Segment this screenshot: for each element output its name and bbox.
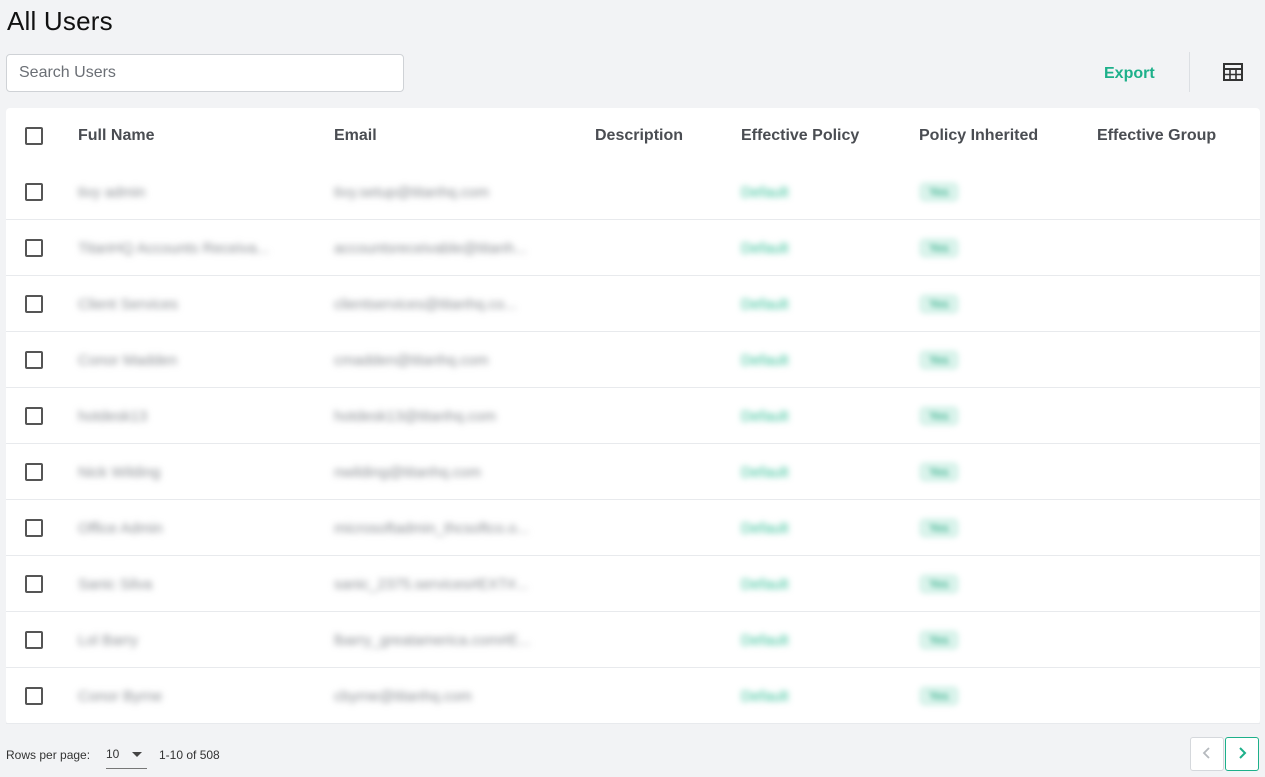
rows-per-page-select[interactable]: 10 bbox=[106, 740, 147, 769]
user-email: cbyrne@titanhq.com bbox=[334, 687, 472, 705]
user-full-name: Lol Barry bbox=[78, 631, 139, 649]
page-title: All Users bbox=[7, 6, 113, 36]
export-button[interactable]: Export bbox=[1094, 58, 1165, 90]
table-row[interactable]: Lol Barry lbarry_greatamerica.com#E... Def… bbox=[6, 612, 1260, 668]
user-full-name: TitanHQ Accounts Receiva... bbox=[78, 239, 270, 257]
table-columns-icon bbox=[1223, 62, 1243, 84]
user-email: hotdesk13@titanhq.com bbox=[334, 407, 496, 425]
row-checkbox[interactable] bbox=[25, 631, 43, 649]
table-header-row: Full Name Email Description Effective Po… bbox=[6, 108, 1260, 164]
column-header-effective-group[interactable]: Effective Group bbox=[1097, 108, 1257, 164]
policy-inherited-badge: Yes bbox=[919, 574, 959, 594]
row-checkbox[interactable] bbox=[25, 239, 43, 257]
users-page: All Users Export Full Name Email Descrip… bbox=[0, 0, 1265, 777]
policy-inherited-badge: Yes bbox=[919, 406, 959, 426]
row-checkbox[interactable] bbox=[25, 519, 43, 537]
row-checkbox[interactable] bbox=[25, 351, 43, 369]
table-row[interactable]: Nick Wilding nwilding@titanhq.com Default Y… bbox=[6, 444, 1260, 500]
table-row[interactable]: Client Services clientservices@titanhq.co… bbox=[6, 276, 1260, 332]
select-all-checkbox[interactable] bbox=[25, 127, 43, 145]
table-row[interactable]: Conor Byrne cbyrne@titanhq.com Default Yes bbox=[6, 668, 1260, 724]
user-effective-policy[interactable]: Default bbox=[741, 576, 789, 593]
policy-inherited-badge: Yes bbox=[919, 630, 959, 650]
table-row[interactable]: TitanHQ Accounts Receiva... accountsrecei… bbox=[6, 220, 1260, 276]
policy-inherited-badge: Yes bbox=[919, 518, 959, 538]
rows-per-page-label: Rows per page: bbox=[6, 748, 91, 762]
table-row[interactable]: Sanic Silva sanic_2375.services#EXT#... De… bbox=[6, 556, 1260, 612]
user-effective-policy[interactable]: Default bbox=[741, 408, 789, 425]
policy-inherited-badge: Yes bbox=[919, 294, 959, 314]
user-full-name: Conor Byrne bbox=[78, 687, 163, 705]
column-header-email[interactable]: Email bbox=[334, 108, 584, 164]
column-header-effective-policy[interactable]: Effective Policy bbox=[741, 108, 911, 164]
previous-page-button[interactable] bbox=[1190, 737, 1224, 771]
user-email: sanic_2375.services#EXT#... bbox=[334, 575, 529, 593]
user-full-name: Client Services bbox=[78, 295, 179, 313]
policy-inherited-badge: Yes bbox=[919, 238, 959, 258]
user-effective-policy[interactable]: Default bbox=[741, 184, 789, 201]
column-header-full-name[interactable]: Full Name bbox=[78, 108, 328, 164]
table-row[interactable]: tivy admin tivy.setup@titanhq.com Default Y… bbox=[6, 164, 1260, 220]
row-checkbox[interactable] bbox=[25, 183, 43, 201]
user-effective-policy[interactable]: Default bbox=[741, 520, 789, 537]
user-email: tivy.setup@titanhq.com bbox=[334, 183, 490, 201]
user-email: microsoftadmin_thcsoftco.o... bbox=[334, 519, 530, 537]
user-full-name: Conor Madden bbox=[78, 351, 178, 369]
user-effective-policy[interactable]: Default bbox=[741, 296, 789, 313]
row-checkbox[interactable] bbox=[25, 295, 43, 313]
user-effective-policy[interactable]: Default bbox=[741, 464, 789, 481]
table-row[interactable]: Office Admin microsoftadmin_thcsoftco.o..… bbox=[6, 500, 1260, 556]
users-table: Full Name Email Description Effective Po… bbox=[6, 108, 1260, 724]
user-email: lbarry_greatamerica.com#E... bbox=[334, 631, 531, 649]
user-effective-policy[interactable]: Default bbox=[741, 632, 789, 649]
column-header-policy-inherited[interactable]: Policy Inherited bbox=[919, 108, 1089, 164]
chevron-left-icon bbox=[1202, 746, 1212, 763]
row-checkbox[interactable] bbox=[25, 687, 43, 705]
user-effective-policy[interactable]: Default bbox=[741, 688, 789, 705]
table-row[interactable]: hotdesk13 hotdesk13@titanhq.com Default Yes bbox=[6, 388, 1260, 444]
chevron-right-icon bbox=[1237, 746, 1247, 763]
pagination-range: 1-10 of 508 bbox=[159, 748, 220, 762]
user-effective-policy[interactable]: Default bbox=[741, 240, 789, 257]
user-full-name: hotdesk13 bbox=[78, 407, 148, 425]
policy-inherited-badge: Yes bbox=[919, 350, 959, 370]
user-full-name: Nick Wilding bbox=[78, 463, 161, 481]
policy-inherited-badge: Yes bbox=[919, 686, 959, 706]
user-full-name: Office Admin bbox=[78, 519, 163, 537]
user-full-name: Sanic Silva bbox=[78, 575, 153, 593]
row-checkbox[interactable] bbox=[25, 575, 43, 593]
search-input[interactable] bbox=[7, 55, 403, 91]
rows-per-page-value: 10 bbox=[106, 747, 120, 761]
caret-down-icon bbox=[132, 752, 142, 757]
policy-inherited-badge: Yes bbox=[919, 182, 959, 202]
user-email: clientservices@titanhq.co... bbox=[334, 295, 517, 313]
columns-button[interactable] bbox=[1218, 58, 1248, 88]
next-page-button[interactable] bbox=[1225, 737, 1259, 771]
toolbar-divider bbox=[1189, 52, 1190, 92]
column-header-description[interactable]: Description bbox=[595, 108, 735, 164]
search-box[interactable] bbox=[6, 54, 404, 92]
user-email: nwilding@titanhq.com bbox=[334, 463, 481, 481]
policy-inherited-badge: Yes bbox=[919, 462, 959, 482]
row-checkbox[interactable] bbox=[25, 463, 43, 481]
row-checkbox[interactable] bbox=[25, 407, 43, 425]
user-email: cmadden@titanhq.com bbox=[334, 351, 489, 369]
user-email: accountsreceivable@titanh... bbox=[334, 239, 527, 257]
pagination-bar: Rows per page: 10 1-10 of 508 bbox=[6, 736, 1260, 772]
user-full-name: tivy admin bbox=[78, 183, 146, 201]
table-row[interactable]: Conor Madden cmadden@titanhq.com Default Ye… bbox=[6, 332, 1260, 388]
user-effective-policy[interactable]: Default bbox=[741, 352, 789, 369]
